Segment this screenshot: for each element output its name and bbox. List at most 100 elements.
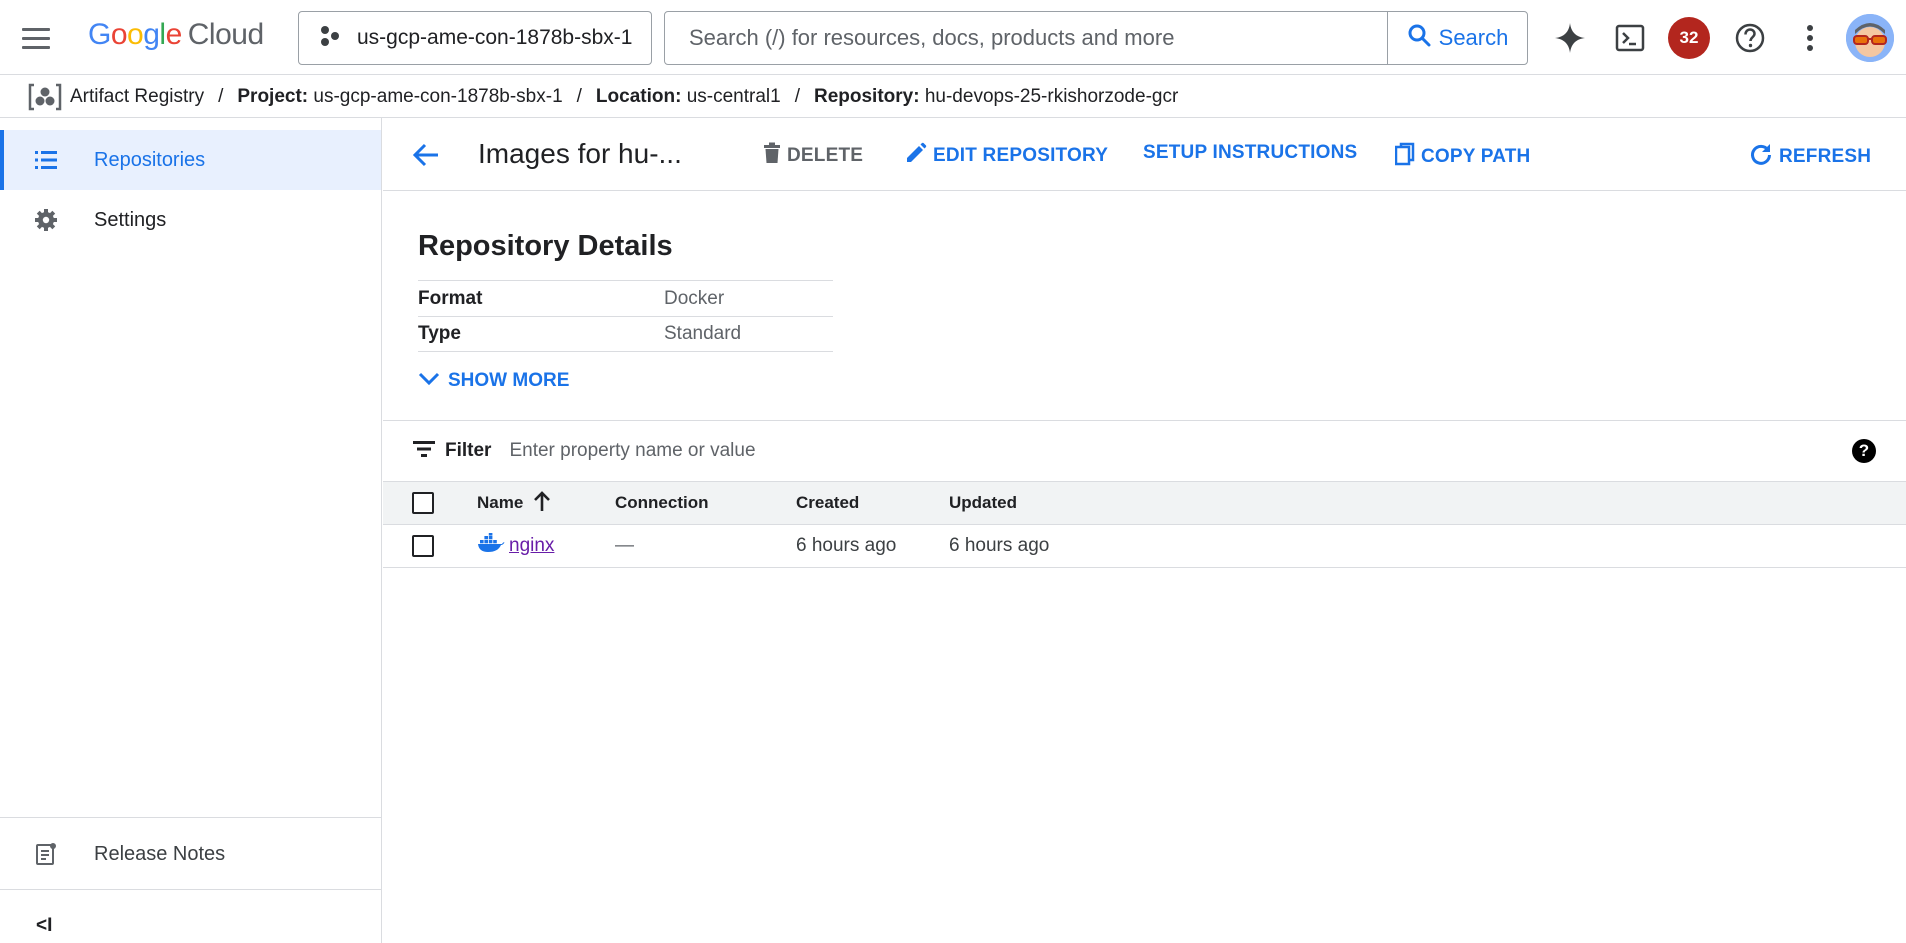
release-notes-label: Release Notes [94, 842, 226, 865]
copy-icon [1394, 142, 1415, 172]
logo-letter: e [165, 18, 183, 51]
delete-button[interactable]: DELETE [763, 142, 863, 170]
back-arrow-icon[interactable] [409, 138, 443, 172]
breadcrumb-repository-value: hu-devops-25-rkishorzode-gcr [924, 85, 1179, 107]
sort-name-button[interactable]: Name [477, 490, 551, 516]
details-row-format: Format Docker [418, 280, 833, 316]
copy-path-label: COPY PATH [1421, 146, 1531, 167]
sidebar-item-repositories[interactable]: Repositories [0, 130, 381, 190]
top-bar: Google Cloud us-gcp-ame-con-1878b-sbx-1 S… [0, 0, 1906, 75]
gemini-icon[interactable] [1550, 18, 1590, 58]
page-title: Images for hu-... [478, 138, 682, 169]
project-picker-label: us-gcp-ame-con-1878b-sbx-1 [357, 26, 633, 49]
image-name-cell: nginx [477, 525, 554, 567]
breadcrumb-location-label: Location: [595, 85, 682, 107]
delete-label: DELETE [787, 145, 864, 166]
details-value: Standard [664, 323, 742, 344]
search-button[interactable]: Search [1387, 12, 1527, 64]
created-cell: 6 hours ago [796, 535, 897, 556]
project-picker[interactable]: us-gcp-ame-con-1878b-sbx-1 [298, 11, 652, 65]
chevron-down-icon [418, 370, 440, 392]
copy-path-button[interactable]: COPY PATH [1394, 142, 1531, 172]
more-vert-icon[interactable] [1790, 18, 1830, 58]
breadcrumb-location-value: us-central1 [686, 85, 781, 107]
refresh-label: REFRESH [1779, 146, 1872, 167]
sidebar-divider [0, 889, 381, 890]
sidebar-item-settings[interactable]: Settings [0, 190, 381, 250]
google-cloud-logo[interactable]: Google Cloud [88, 18, 264, 52]
gear-icon [32, 206, 60, 234]
sidebar-item-label: Repositories [94, 148, 206, 171]
search-icon [1407, 23, 1431, 53]
notification-badge[interactable]: 32 [1668, 17, 1710, 59]
breadcrumb-separator: / [576, 85, 582, 107]
column-label: Name [477, 493, 524, 512]
breadcrumb-project-value: us-gcp-ame-con-1878b-sbx-1 [313, 85, 563, 107]
page-header: Images for hu-... DELETE EDIT REPOSITORY… [383, 118, 1906, 191]
cloud-shell-icon[interactable] [1610, 18, 1650, 58]
docker-icon [477, 533, 505, 559]
search-button-label: Search [1438, 25, 1509, 50]
collapse-sidebar-icon[interactable]: <I [36, 915, 52, 937]
breadcrumb-location[interactable]: Location: us-central1 [596, 86, 781, 108]
filter-icon [413, 440, 435, 463]
filter-input[interactable] [509, 440, 1110, 462]
image-name-link[interactable]: nginx [509, 535, 554, 557]
release-notes-icon [32, 840, 60, 868]
updated-cell: 6 hours ago [949, 535, 1050, 556]
release-notes-link[interactable]: Release Notes [0, 824, 381, 884]
setup-instructions-label: SETUP INSTRUCTIONS [1143, 142, 1358, 163]
help-icon[interactable] [1730, 18, 1770, 58]
row-select-cell [412, 525, 434, 567]
logo-letter: g [143, 18, 160, 51]
arrow-up-icon [533, 490, 551, 516]
logo-letter: G [88, 18, 111, 51]
row-checkbox[interactable] [412, 535, 434, 557]
table-row: nginx — 6 hours ago 6 hours ago [383, 525, 1906, 568]
refresh-button[interactable]: REFRESH [1749, 142, 1871, 172]
details-value: Docker [664, 287, 725, 309]
column-header-created[interactable]: Created [796, 482, 859, 524]
edit-repository-button[interactable]: EDIT REPOSITORY [905, 142, 1108, 170]
logo-letter: o [110, 18, 128, 51]
breadcrumb-repository: Repository: hu-devops-25-rkishorzode-gcr [814, 86, 1178, 108]
edit-repository-label: EDIT REPOSITORY [933, 145, 1109, 166]
breadcrumb-project-label: Project: [237, 85, 309, 107]
setup-instructions-button[interactable]: SETUP INSTRUCTIONS [1143, 142, 1357, 164]
search-input[interactable] [665, 12, 1387, 64]
connection-cell: — [615, 535, 634, 556]
details-row-type: Type Standard [418, 316, 833, 352]
refresh-icon [1749, 142, 1773, 172]
sidebar-divider [0, 817, 381, 818]
details-key: Type [418, 323, 461, 344]
menu-icon[interactable] [22, 22, 56, 54]
artifact-registry-icon [28, 82, 62, 112]
breadcrumb-separator: / [794, 85, 800, 107]
sidebar: Repositories Settings Release Notes <I [0, 118, 382, 943]
search-bar: Search [664, 11, 1528, 65]
filter-bar: Filter ? [383, 421, 1906, 481]
show-more-button[interactable]: SHOW MORE [418, 370, 569, 392]
sidebar-item-label: Settings [94, 208, 167, 231]
table-header: Name Connection Created Updated [383, 481, 1906, 525]
pencil-icon [905, 142, 927, 170]
column-header-name[interactable]: Name [477, 482, 551, 524]
breadcrumb-separator: / [218, 85, 224, 107]
filter-help-icon[interactable]: ? [1852, 439, 1876, 463]
breadcrumb: Artifact Registry / Project: us-gcp-ame-… [0, 76, 1906, 118]
logo-letter: o [127, 18, 144, 51]
select-all-checkbox[interactable] [412, 492, 434, 514]
list-icon [32, 146, 60, 174]
logo-cloud-text: Cloud [187, 18, 264, 51]
filter-label: Filter [445, 440, 492, 461]
project-icon [319, 25, 341, 52]
column-header-updated[interactable]: Updated [949, 482, 1017, 524]
breadcrumb-repository-label: Repository: [813, 85, 920, 107]
select-all-cell [412, 482, 434, 524]
breadcrumb-project[interactable]: Project: us-gcp-ame-con-1878b-sbx-1 [237, 86, 562, 108]
repository-details-title: Repository Details [418, 230, 673, 262]
breadcrumb-service[interactable]: Artifact Registry [70, 86, 204, 108]
column-header-connection[interactable]: Connection [615, 482, 709, 524]
avatar[interactable] [1846, 14, 1894, 62]
show-more-label: SHOW MORE [448, 370, 570, 391]
